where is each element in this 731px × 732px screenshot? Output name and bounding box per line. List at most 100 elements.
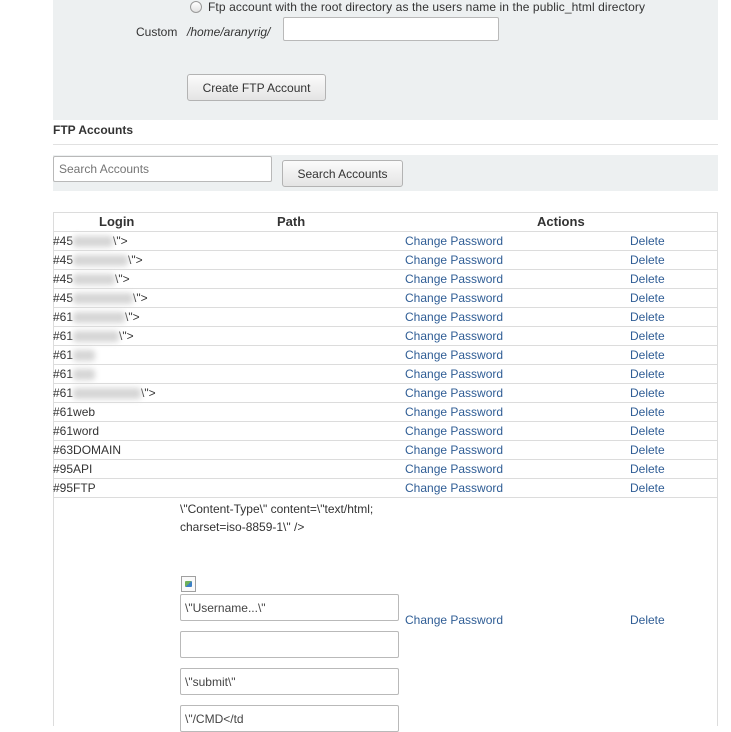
redacted-text bbox=[73, 350, 96, 362]
change-password-link[interactable]: Change Password bbox=[405, 481, 503, 495]
column-header-login: Login bbox=[99, 214, 135, 229]
table-row bbox=[53, 326, 718, 345]
radio-button[interactable] bbox=[190, 1, 202, 13]
login-prefix: #45 bbox=[53, 272, 74, 286]
login-prefix: #45 bbox=[53, 234, 74, 248]
login-prefix: #45 bbox=[53, 253, 74, 267]
login-cell: #95FTP bbox=[53, 481, 96, 495]
search-accounts-button[interactable]: Search Accounts bbox=[282, 160, 403, 187]
section-divider bbox=[53, 144, 718, 145]
redacted-text bbox=[73, 274, 116, 286]
login-cell: #61word bbox=[53, 424, 99, 438]
delete-link[interactable]: Delete bbox=[630, 386, 665, 400]
ftp-accounts-title: FTP Accounts bbox=[53, 123, 134, 137]
column-header-path: Path bbox=[277, 214, 306, 229]
delete-link[interactable]: Delete bbox=[630, 329, 665, 343]
injected-empty-input[interactable] bbox=[180, 631, 399, 658]
login-prefix: #45 bbox=[53, 291, 74, 305]
injected-username-input[interactable]: \"Username...\" bbox=[180, 594, 399, 621]
login-cell: #45 \"> bbox=[53, 272, 130, 286]
delete-link[interactable]: Delete bbox=[630, 291, 665, 305]
redacted-text bbox=[73, 312, 126, 324]
create-ftp-account-button[interactable]: Create FTP Account bbox=[187, 74, 326, 101]
redacted-text bbox=[73, 331, 120, 343]
delete-link[interactable]: Delete bbox=[630, 462, 665, 476]
redacted-text bbox=[73, 388, 142, 400]
redacted-text bbox=[73, 236, 114, 248]
table-row bbox=[53, 269, 718, 288]
table-row bbox=[53, 288, 718, 307]
delete-link[interactable]: Delete bbox=[630, 348, 665, 362]
injected-submit-input[interactable]: \"submit\" bbox=[180, 668, 399, 695]
login-prefix: #61 bbox=[53, 310, 74, 324]
change-password-link[interactable]: Change Password bbox=[405, 424, 503, 438]
injected-meta-text: \"Content-Type\" content=\"text/html; ch… bbox=[180, 502, 374, 534]
redacted-text bbox=[73, 369, 96, 381]
login-prefix: #95FTP bbox=[53, 481, 96, 495]
login-cell: #61 \"> bbox=[53, 310, 140, 324]
table-row bbox=[53, 459, 718, 478]
login-suffix: \"> bbox=[125, 310, 140, 324]
change-password-link[interactable]: Change Password bbox=[405, 310, 503, 324]
change-password-link[interactable]: Change Password bbox=[405, 367, 503, 381]
custom-label: Custom bbox=[136, 25, 178, 39]
change-password-link[interactable]: Change Password bbox=[405, 443, 503, 457]
login-suffix: \"> bbox=[113, 234, 128, 248]
login-cell: #61web bbox=[53, 405, 95, 419]
table-row bbox=[53, 478, 718, 497]
table-row bbox=[53, 421, 718, 440]
delete-link[interactable]: Delete bbox=[630, 272, 665, 286]
login-cell: #45 \"> bbox=[53, 291, 148, 305]
login-prefix: #63DOMAIN bbox=[53, 443, 122, 457]
column-header-actions: Actions bbox=[537, 214, 585, 229]
delete-link[interactable]: Delete bbox=[630, 234, 665, 248]
login-cell: #45 \"> bbox=[53, 253, 143, 267]
change-password-link[interactable]: Change Password bbox=[405, 234, 503, 248]
delete-link[interactable]: Delete bbox=[630, 367, 665, 381]
change-password-link[interactable]: Change Password bbox=[405, 613, 503, 627]
delete-link[interactable]: Delete bbox=[630, 613, 665, 627]
custom-path-prefix: /home/aranyrig/ bbox=[187, 25, 271, 39]
login-prefix: #61web bbox=[53, 405, 96, 419]
login-suffix: \"> bbox=[119, 329, 134, 343]
login-cell: #61 bbox=[53, 348, 96, 362]
redacted-text bbox=[73, 293, 134, 305]
delete-link[interactable]: Delete bbox=[630, 253, 665, 267]
delete-link[interactable]: Delete bbox=[630, 405, 665, 419]
login-prefix: #61 bbox=[53, 329, 74, 343]
delete-link[interactable]: Delete bbox=[630, 310, 665, 324]
login-cell: #61 \"> bbox=[53, 329, 134, 343]
login-prefix: #61 bbox=[53, 386, 74, 400]
custom-directory-input[interactable] bbox=[283, 17, 499, 41]
login-cell: #45 \"> bbox=[53, 234, 128, 248]
login-cell: #61 \"> bbox=[53, 386, 156, 400]
search-accounts-input[interactable] bbox=[53, 156, 272, 182]
row-divider bbox=[53, 497, 718, 498]
delete-link[interactable]: Delete bbox=[630, 424, 665, 438]
change-password-link[interactable]: Change Password bbox=[405, 272, 503, 286]
login-prefix: #95API bbox=[53, 462, 93, 476]
login-prefix: #61 bbox=[53, 367, 74, 381]
change-password-link[interactable]: Change Password bbox=[405, 291, 503, 305]
delete-link[interactable]: Delete bbox=[630, 443, 665, 457]
change-password-link[interactable]: Change Password bbox=[405, 386, 503, 400]
table-row bbox=[53, 364, 718, 383]
delete-link[interactable]: Delete bbox=[630, 481, 665, 495]
injected-cmd-input[interactable]: \"/CMD</td bbox=[180, 705, 399, 732]
login-cell: #61 bbox=[53, 367, 96, 381]
change-password-link[interactable]: Change Password bbox=[405, 405, 503, 419]
login-suffix: \"> bbox=[141, 386, 156, 400]
login-suffix: \"> bbox=[133, 291, 148, 305]
root-directory-option[interactable]: Ftp account with the root directory as t… bbox=[190, 0, 645, 14]
login-cell: #95API bbox=[53, 462, 92, 476]
change-password-link[interactable]: Change Password bbox=[405, 462, 503, 476]
table-row bbox=[53, 231, 718, 250]
change-password-link[interactable]: Change Password bbox=[405, 329, 503, 343]
root-directory-label: Ftp account with the root directory as t… bbox=[208, 0, 646, 14]
table-row bbox=[53, 307, 718, 326]
table-row bbox=[53, 250, 718, 269]
change-password-link[interactable]: Change Password bbox=[405, 253, 503, 267]
change-password-link[interactable]: Change Password bbox=[405, 348, 503, 362]
login-suffix: \"> bbox=[128, 253, 143, 267]
table-row bbox=[53, 440, 718, 459]
